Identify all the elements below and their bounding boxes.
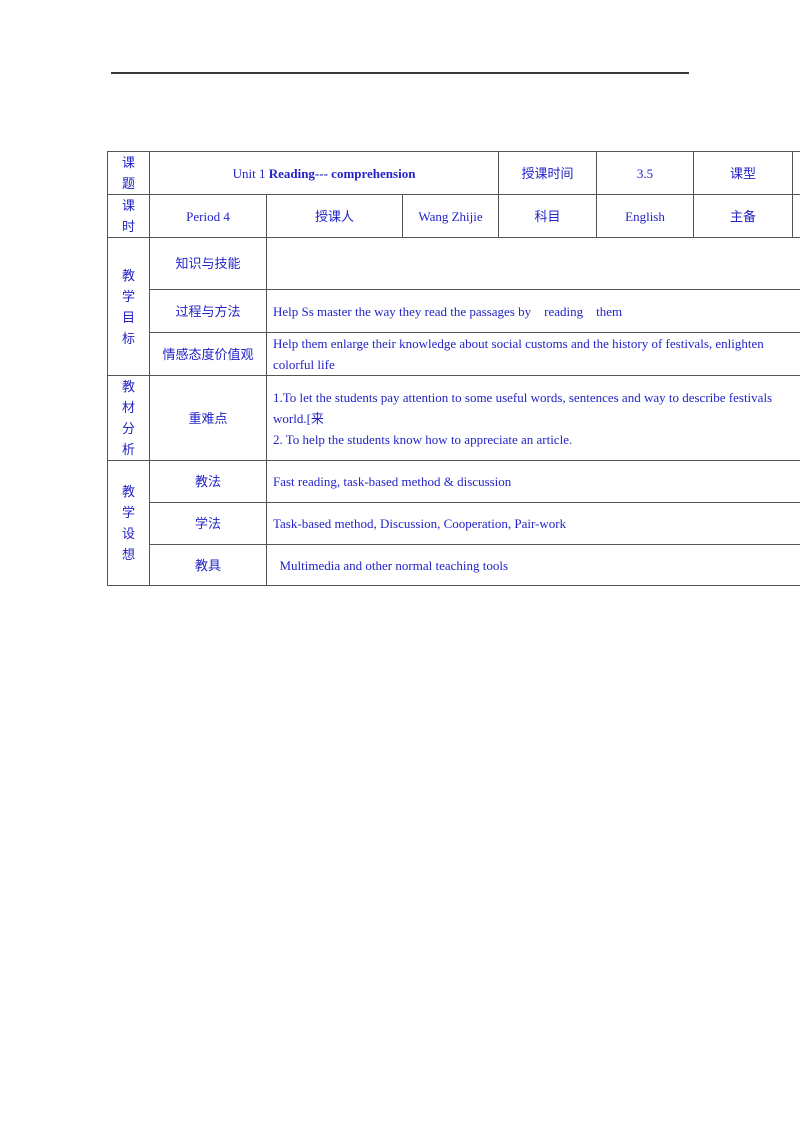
type-label: 课型 — [693, 151, 794, 195]
teacher-label: 授课人 — [266, 194, 403, 238]
design-item-text: Fast reading, task-based method & discus… — [265, 460, 800, 503]
key-points-text: 1.To let the students pay attention to s… — [265, 375, 800, 461]
teacher-value: Wang Zhijie — [401, 194, 500, 238]
time-label: 授课时间 — [498, 151, 598, 195]
objective-text: Help them enlarge their knowledge about … — [265, 332, 800, 376]
design-row: 学法 Task-based method, Discussion, Cooper… — [108, 502, 800, 545]
analysis-row: 教 材 分 析 重难点 1.To let the students pay at… — [107, 375, 800, 461]
objective-label: 过程与方法 — [149, 289, 267, 333]
objective-text — [265, 237, 800, 290]
design-row: 教具 Multimedia and other normal teaching … — [108, 544, 800, 586]
objective-label: 知识与技能 — [149, 237, 267, 290]
period-row: 课 时 Period 4 授课人 Wang Zhijie 科目 English … — [107, 194, 800, 238]
topic-row: 课 题 Unit 1 Reading--- comprehension 授课时间… — [107, 151, 800, 195]
prep-value — [792, 194, 800, 238]
design-item-text: Multimedia and other normal teaching too… — [265, 544, 800, 586]
objective-row: 教 学 目 标 知识与技能 — [107, 237, 800, 376]
subject-label: 科目 — [498, 194, 598, 238]
objective-text: Help Ss master the way they read the pas… — [265, 289, 800, 333]
design-row: 教 学 设 想 教法 Fast reading, task-based meth… — [107, 460, 800, 586]
header-rule — [111, 72, 689, 74]
design-item-label: 学法 — [149, 502, 267, 545]
prep-label: 主备 — [693, 194, 794, 238]
period-label: 课 时 — [107, 194, 150, 238]
objective-row: 过程与方法 Help Ss master the way they read t… — [108, 289, 800, 333]
lesson-title: Unit 1 Reading--- comprehension — [148, 151, 500, 195]
design-item-text: Task-based method, Discussion, Cooperati… — [265, 502, 800, 545]
objectives-label: 教 学 目 标 — [107, 237, 150, 376]
key-points-label: 重难点 — [149, 375, 267, 461]
objective-row: 情感态度价值观 Help them enlarge their knowledg… — [108, 332, 800, 376]
objective-label: 情感态度价值观 — [149, 332, 267, 376]
design-item-label: 教具 — [149, 544, 267, 586]
design-item-label: 教法 — [149, 460, 267, 503]
subject-value: English — [596, 194, 695, 238]
type-value — [792, 151, 800, 195]
lesson-plan-table: 课 题 Unit 1 Reading--- comprehension 授课时间… — [107, 151, 800, 586]
design-label: 教 学 设 想 — [107, 460, 150, 586]
time-value: 3.5 — [596, 151, 695, 195]
topic-label: 课 题 — [107, 151, 150, 195]
period-value: Period 4 — [149, 194, 267, 238]
analysis-label: 教 材 分 析 — [107, 375, 150, 461]
